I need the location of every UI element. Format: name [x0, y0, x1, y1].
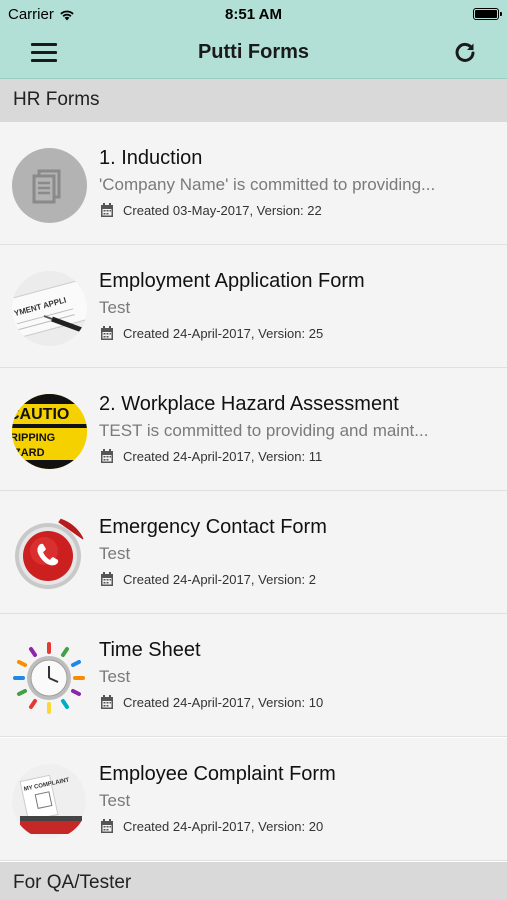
calendar-icon: [101, 572, 113, 586]
svg-text:RIPPING: RIPPING: [12, 432, 55, 444]
section-header-hr-forms: HR Forms: [0, 79, 507, 122]
form-meta: Created 24-April-2017, Version: 2: [123, 571, 316, 587]
form-description: TEST is committed to providing and maint…: [99, 421, 429, 440]
svg-text:CAUTIO: CAUTIO: [12, 406, 69, 423]
calendar-icon: [101, 203, 113, 217]
list-item-employee-complaint[interactable]: MY COMPLAINT Employee Complaint Form Tes…: [0, 738, 507, 861]
form-meta: Created 24-April-2017, Version: 20: [123, 818, 324, 834]
page-title: Putti Forms: [197, 41, 310, 63]
form-title: Employee Complaint Form: [99, 763, 336, 785]
caution-sign-image: CAUTIO RIPPING ZARD: [12, 394, 87, 469]
section-title: For QA/Tester: [13, 872, 132, 893]
form-description: 'Company Name' is committed to providing…: [99, 175, 436, 194]
form-title: 1. Induction: [99, 147, 203, 169]
clock-image: [12, 640, 87, 715]
form-meta: Created 24-April-2017, Version: 25: [123, 325, 324, 341]
emergency-phone-image: [12, 517, 87, 592]
form-title: Time Sheet: [99, 639, 201, 661]
form-description: Test: [99, 791, 131, 810]
form-description: Test: [99, 298, 131, 317]
complaint-box-image: MY COMPLAINT: [12, 764, 87, 839]
battery-icon: [473, 8, 502, 20]
form-meta: Created 03-May-2017, Version: 22: [123, 202, 322, 218]
section-title: HR Forms: [13, 89, 100, 110]
form-title: Emergency Contact Form: [99, 516, 327, 538]
refresh-button[interactable]: [451, 39, 479, 67]
form-description: Test: [99, 667, 131, 686]
status-time: 8:51 AM: [225, 6, 282, 23]
calendar-icon: [101, 695, 113, 709]
form-meta: Created 24-April-2017, Version: 11: [123, 448, 323, 464]
status-bar: Carrier 8:51 AM: [0, 0, 507, 30]
calendar-icon: [101, 819, 113, 833]
calendar-icon: [101, 449, 113, 463]
form-title: Employment Application Form: [99, 270, 365, 292]
employment-application-image: YMENT APPLI: [12, 271, 87, 346]
svg-text:ZARD: ZARD: [14, 447, 45, 459]
form-description: Test: [99, 544, 131, 563]
document-icon: [12, 148, 87, 223]
form-title: 2. Workplace Hazard Assessment: [99, 393, 399, 415]
list-item-induction[interactable]: 1. Induction 'Company Name' is committed…: [0, 122, 507, 245]
list-item-employment-application[interactable]: YMENT APPLI Employment Application Form …: [0, 245, 507, 368]
section-header-qa-tester: For QA/Tester: [0, 862, 507, 900]
refresh-icon: [455, 42, 475, 62]
calendar-icon: [101, 326, 113, 340]
nav-bar: Putti Forms: [0, 30, 507, 79]
list-item-time-sheet[interactable]: Time Sheet Test Created 24-April-2017, V…: [0, 614, 507, 737]
list-item-emergency-contact[interactable]: Emergency Contact Form Test Created 24-A…: [0, 491, 507, 614]
list-item-workplace-hazard[interactable]: CAUTIO RIPPING ZARD 2. Workplace Hazard …: [0, 368, 507, 491]
form-meta: Created 24-April-2017, Version: 10: [123, 694, 324, 710]
